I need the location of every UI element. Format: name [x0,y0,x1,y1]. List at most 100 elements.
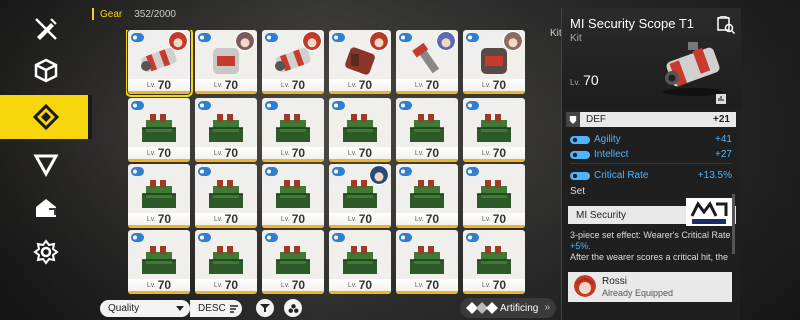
card-level: Lv. 70 [195,213,257,228]
gear-card[interactable]: Lv. 70 [329,164,391,228]
gear-card[interactable]: Lv. 70 [396,230,458,294]
gear-card[interactable]: Lv. 70 [396,98,458,162]
card-level-value: 70 [291,278,306,292]
gear-card[interactable]: Lv. 70 [128,98,190,162]
panel-scrollbar[interactable] [732,194,735,254]
card-level-label: Lv. [146,82,156,89]
gear-card[interactable]: Lv. 70 [463,98,525,162]
left-nav [0,0,92,320]
set-desc-line1: 3-piece set effect: Wearer's Critical Ra… [570,230,731,240]
main-stat-value: +21 [713,114,730,125]
card-level-label: Lv. [213,150,223,157]
card-level: Lv. 70 [128,147,190,162]
card-level-label: Lv. [347,282,357,289]
gear-card[interactable]: Lv. 70 [396,164,458,228]
set-name: MI Security [576,209,627,221]
gear-card[interactable]: Lv. 70 [329,30,391,94]
card-level-value: 70 [157,278,172,292]
house-arrow-icon [36,199,56,217]
equipped-status: Already Equipped [602,288,674,298]
card-level-value: 70 [358,78,373,92]
sort-dropdown[interactable]: Quality [100,300,190,317]
nav-pencil-strike[interactable] [0,6,92,50]
artificing-button[interactable]: Artificing » [460,298,556,318]
module-art [142,180,176,208]
card-level-value: 70 [425,212,440,226]
gear-card[interactable]: Lv. 70 [262,30,324,94]
gear-card[interactable]: Lv. 70 [329,230,391,294]
set-filter-icon [288,303,298,313]
attribute-icon [570,135,590,144]
filter-button[interactable] [256,299,274,317]
card-level-label: Lv. [213,282,223,289]
stat-name: Intellect [594,149,629,160]
card-level-value: 70 [224,212,239,226]
nav-cube[interactable] [0,48,92,92]
inspect-icon[interactable] [716,16,736,34]
item-level: Lv. 70 [570,72,599,88]
nav-triangle[interactable] [0,142,92,186]
gear-card[interactable]: Lv. 70 [195,230,257,294]
card-level-label: Lv. [146,150,156,157]
module-art [477,114,511,142]
card-level: Lv. 70 [128,213,190,228]
set-icon [332,233,345,242]
gear-card[interactable]: Lv. 70 [329,98,391,162]
item-title: MI Security Scope T1 [570,16,695,31]
set-description: 3-piece set effect: Wearer's Critical Ra… [570,230,738,263]
card-level-value: 70 [157,78,172,92]
card-level: Lv. 70 [463,279,525,294]
card-level: Lv. 70 [329,279,391,294]
set-icon [332,167,345,176]
gear-card[interactable]: Lv. 70 [262,230,324,294]
stat-row-intellect: Intellect +27 [570,148,732,161]
gear-card[interactable]: Lv. 70 [195,164,257,228]
equipped-by-card[interactable]: Rossi Already Equipped [568,272,732,302]
nav-gear[interactable] [0,95,92,139]
card-level-value: 70 [492,212,507,226]
sort-order-button[interactable]: DESC [190,300,242,317]
gear-card[interactable]: Lv. 70 [262,98,324,162]
gear-card[interactable]: Lv. 70 [195,98,257,162]
artificing-icon [466,302,498,314]
gear-card[interactable]: Lv. 70 [463,164,525,228]
stat-value: +41 [715,134,732,145]
module-art [343,180,377,208]
gear-card[interactable]: Lv. 70 [195,30,257,94]
stat-row-agility: Agility +41 [570,133,732,146]
set-icon [399,101,412,110]
gear-card[interactable]: Lv. 70 [396,30,458,94]
artificing-label: Artificing [500,302,539,314]
nav-house[interactable] [0,186,92,230]
gear-card[interactable]: Lv. 70 [463,230,525,294]
module-art [410,180,444,208]
set-filter-button[interactable] [284,299,302,317]
hex-flower-icon [33,239,59,265]
set-icon [131,101,144,110]
nav-hex[interactable] [0,230,92,274]
card-level-label: Lv. [414,82,424,89]
stat-row-critical-rate: Critical Rate +13.5% [570,169,732,182]
sort-value: Quality [108,303,140,314]
card-level-label: Lv. [481,282,491,289]
card-level: Lv. 70 [128,279,190,294]
set-icon [332,33,345,42]
card-level-label: Lv. [347,216,357,223]
armor-art [213,48,239,74]
set-icon [131,233,144,242]
gear-card[interactable]: Lv. 70 [128,230,190,294]
set-icon [265,33,278,42]
gear-card[interactable]: Lv. 70 [262,164,324,228]
card-level: Lv. 70 [463,79,525,94]
set-icon [131,33,144,42]
gear-card[interactable]: Lv. 70 [126,30,193,97]
gear-card[interactable]: Lv. 70 [463,30,525,94]
card-level-label: Lv. [414,282,424,289]
gear-count: 352/2000 [134,8,176,20]
triangle-icon [33,154,59,177]
share-icon[interactable] [716,94,726,104]
card-level: Lv. 70 [329,79,391,94]
set-icon [399,233,412,242]
gear-card[interactable]: Lv. 70 [128,164,190,228]
card-level-label: Lv. [414,150,424,157]
